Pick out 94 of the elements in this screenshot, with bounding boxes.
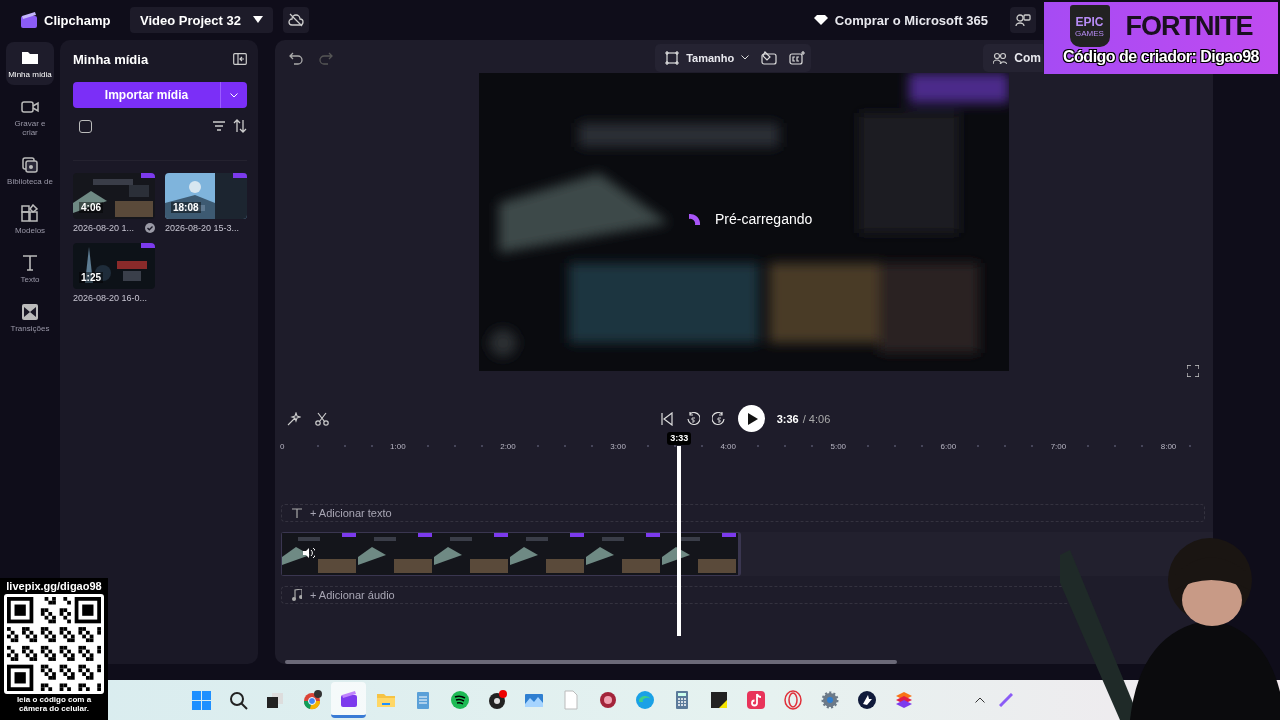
people-icon [993,51,1008,64]
collapse-panel-icon[interactable] [233,53,247,65]
qr-link-text: livepix.gg/digao98 [6,580,102,592]
file-name: 2026-08-20 15-3... [165,223,240,233]
pen-icon[interactable] [999,693,1013,707]
current-time: 3:36 [776,412,799,425]
scissors-icon[interactable] [315,411,329,426]
nav-item[interactable]: Transições [6,296,54,339]
app-name: Clipchamp [44,12,111,28]
ruler-label: 2:00 [500,441,517,451]
skip-back-icon[interactable] [659,411,674,426]
upgrade-button[interactable]: Comprar o Microsoft 365 [807,11,994,29]
select-all-checkbox[interactable] [79,119,92,133]
play-icon [747,412,758,425]
browser-icon [301,690,322,710]
ruler-label: 8:00 [1160,441,1178,451]
cloud-off-icon [287,13,304,27]
creator-code: Código de criador: Digao98 [1063,48,1259,66]
loading-text: Pré-carregando [715,211,813,227]
diamond-icon [813,14,828,26]
text-icon [20,253,40,273]
resize-icon [665,50,680,65]
windows-icon [190,690,211,710]
browser-wave-icon [634,690,655,710]
loading-spinner-icon [687,212,701,226]
total-duration: / 4:06 [802,412,831,425]
note-icon [708,690,729,710]
horizontal-scrollbar[interactable] [285,660,897,664]
chevron-down-icon [741,55,750,60]
sort-icon[interactable] [233,119,247,133]
undo-icon[interactable] [289,50,303,65]
import-media-button[interactable]: Importar mídia [73,82,220,108]
nav-item[interactable]: Biblioteca de [6,149,54,192]
file-name: 2026-08-20 16-0... [73,293,148,303]
background-fill-icon[interactable] [761,50,778,65]
cloud-sync-button[interactable] [282,7,309,33]
chevron-up-icon[interactable] [975,697,985,703]
collaborate-button[interactable]: Com [983,43,1043,72]
ruler-label: 0 [280,441,286,451]
nav-item[interactable]: Modelos [6,198,54,241]
ruler-label: 3:00 [610,441,627,451]
speaker-icon [303,548,315,558]
filter-icon[interactable] [213,121,225,131]
qr-caption: leia o código com a câmera do celular. [15,695,93,713]
ruler-label: 1:00 [390,441,407,451]
clipchamp-logo-icon [20,11,38,29]
transition-icon [20,302,40,322]
game-title: FORTNITE [1125,10,1253,42]
recording-app-icon [486,690,507,710]
size-dropdown[interactable]: Tamanho [665,50,750,65]
app-icon [597,690,618,710]
magic-icon[interactable] [287,411,301,426]
media-thumbnail[interactable]: 1:25 [73,243,155,289]
ruler-label: 7:00 [1050,441,1068,451]
ring-browser-icon [782,690,803,710]
duration-label: 18:08 [171,202,201,213]
video-app-icon [745,690,766,710]
text-icon [292,508,302,518]
playhead[interactable] [677,446,682,636]
rewind-5-icon[interactable] [685,411,700,426]
nav-item[interactable]: Minha mídia [6,42,54,85]
app-icon [856,690,877,710]
search-icon [227,690,248,710]
forward-5-icon[interactable] [711,411,726,426]
people-icon [1015,13,1031,27]
duration-label: 4:06 [79,202,103,213]
library-icon [20,155,40,175]
play-button[interactable] [737,405,765,432]
music-note-icon [292,589,302,601]
nav-item[interactable]: Gravar e criar [6,91,54,143]
clipchamp-icon [338,688,359,709]
templates-icon [20,204,40,224]
project-dropdown[interactable]: Video Project 32 [130,7,273,33]
task-view-icon [264,690,285,710]
add-text-track[interactable]: + Adicionar texto [281,504,1205,522]
settings-icon [819,690,840,710]
logo-text: EPIC [1075,14,1104,29]
panel-title: Minha mídia [73,51,149,67]
ruler-label: 4:00 [720,441,737,451]
media-thumbnail[interactable]: 4:06 [73,173,155,219]
duration-label: 1:25 [79,272,103,283]
chevron-down-icon [230,92,238,98]
nav-item[interactable]: Texto [6,247,54,290]
music-app-icon [449,690,470,710]
playhead-time: 3:33 [667,432,692,445]
caret-icon [252,16,263,24]
ruler-label: 5:00 [830,441,848,451]
media-thumbnail[interactable]: 18:08 [165,173,247,219]
logo-text: GAMES [1075,28,1104,38]
fullscreen-icon[interactable] [1187,365,1199,377]
file-name: 2026-08-20 1... [73,223,135,233]
ruler-label: 6:00 [940,441,958,451]
share-button[interactable] [1010,7,1036,33]
captions-add-icon[interactable] [789,50,806,65]
